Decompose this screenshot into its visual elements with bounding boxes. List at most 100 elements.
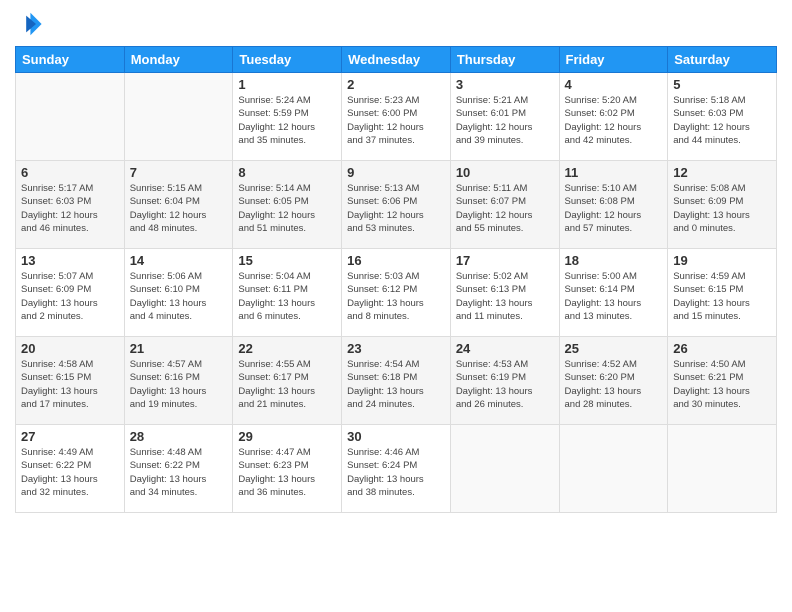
calendar-cell: 9 Sunrise: 5:13 AM Sunset: 6:06 PM Daylig…: [342, 161, 451, 249]
calendar-cell: 26 Sunrise: 4:50 AM Sunset: 6:21 PM Dayli…: [668, 337, 777, 425]
calendar-cell: [16, 73, 125, 161]
calendar-cell: 27 Sunrise: 4:49 AM Sunset: 6:22 PM Dayli…: [16, 425, 125, 513]
calendar-cell: 4 Sunrise: 5:20 AM Sunset: 6:02 PM Daylig…: [559, 73, 668, 161]
weekday-header-monday: Monday: [124, 47, 233, 73]
calendar-cell: [124, 73, 233, 161]
calendar-cell: [559, 425, 668, 513]
cell-info: Sunrise: 4:52 AM Sunset: 6:20 PM Dayligh…: [565, 358, 663, 411]
calendar-cell: 15 Sunrise: 5:04 AM Sunset: 6:11 PM Dayli…: [233, 249, 342, 337]
weekday-header-tuesday: Tuesday: [233, 47, 342, 73]
cell-info: Sunrise: 4:50 AM Sunset: 6:21 PM Dayligh…: [673, 358, 771, 411]
weekday-header-row: SundayMondayTuesdayWednesdayThursdayFrid…: [16, 47, 777, 73]
calendar-cell: 16Sunrise: 5:03 AM Sunset: 6:12 PM Dayli…: [342, 249, 451, 337]
day-number: 23: [347, 341, 445, 356]
calendar-cell: 2 Sunrise: 5:23 AM Sunset: 6:00 PM Daylig…: [342, 73, 451, 161]
cell-info: Sunrise: 5:18 AM Sunset: 6:03 PM Dayligh…: [673, 94, 771, 147]
calendar-cell: 25Sunrise: 4:52 AM Sunset: 6:20 PM Dayli…: [559, 337, 668, 425]
day-number: 13: [21, 253, 119, 268]
day-number: 19: [673, 253, 771, 268]
cell-info: Sunrise: 5:08 AM Sunset: 6:09 PM Dayligh…: [673, 182, 771, 235]
cell-info: Sunrise: 5:10 AM Sunset: 6:08 PM Dayligh…: [565, 182, 663, 235]
day-number: 2: [347, 77, 445, 92]
day-number: 11: [565, 165, 663, 180]
cell-info: Sunrise: 5:11 AM Sunset: 6:07 PM Dayligh…: [456, 182, 554, 235]
logo-icon: [15, 10, 43, 38]
weekday-header-friday: Friday: [559, 47, 668, 73]
calendar-cell: 11 Sunrise: 5:10 AM Sunset: 6:08 PM Dayli…: [559, 161, 668, 249]
cell-info: Sunrise: 5:13 AM Sunset: 6:06 PM Dayligh…: [347, 182, 445, 235]
day-number: 29: [238, 429, 336, 444]
cell-info: Sunrise: 5:17 AM Sunset: 6:03 PM Dayligh…: [21, 182, 119, 235]
cell-info: Sunrise: 4:55 AM Sunset: 6:17 PM Dayligh…: [238, 358, 336, 411]
day-number: 24: [456, 341, 554, 356]
weekday-header-saturday: Saturday: [668, 47, 777, 73]
cell-info: Sunrise: 5:21 AM Sunset: 6:01 PM Dayligh…: [456, 94, 554, 147]
calendar-cell: 29 Sunrise: 4:47 AM Sunset: 6:23 PM Dayli…: [233, 425, 342, 513]
weekday-header-thursday: Thursday: [450, 47, 559, 73]
day-number: 17: [456, 253, 554, 268]
day-number: 9: [347, 165, 445, 180]
cell-info: Sunrise: 4:48 AM Sunset: 6:22 PM Dayligh…: [130, 446, 228, 499]
day-number: 26: [673, 341, 771, 356]
calendar-cell: 19Sunrise: 4:59 AM Sunset: 6:15 PM Dayli…: [668, 249, 777, 337]
cell-info: Sunrise: 5:02 AM Sunset: 6:13 PM Dayligh…: [456, 270, 554, 323]
calendar-cell: 20Sunrise: 4:58 AM Sunset: 6:15 PM Dayli…: [16, 337, 125, 425]
day-number: 8: [238, 165, 336, 180]
calendar-cell: 8 Sunrise: 5:14 AM Sunset: 6:05 PM Daylig…: [233, 161, 342, 249]
cell-info: Sunrise: 4:57 AM Sunset: 6:16 PM Dayligh…: [130, 358, 228, 411]
cell-info: Sunrise: 5:06 AM Sunset: 6:10 PM Dayligh…: [130, 270, 228, 323]
cell-info: Sunrise: 4:46 AM Sunset: 6:24 PM Dayligh…: [347, 446, 445, 499]
calendar-cell: 5 Sunrise: 5:18 AM Sunset: 6:03 PM Daylig…: [668, 73, 777, 161]
header: [15, 10, 777, 38]
calendar-cell: 28Sunrise: 4:48 AM Sunset: 6:22 PM Dayli…: [124, 425, 233, 513]
calendar-cell: 3 Sunrise: 5:21 AM Sunset: 6:01 PM Daylig…: [450, 73, 559, 161]
cell-info: Sunrise: 5:20 AM Sunset: 6:02 PM Dayligh…: [565, 94, 663, 147]
calendar-cell: 7 Sunrise: 5:15 AM Sunset: 6:04 PM Daylig…: [124, 161, 233, 249]
calendar-cell: 14Sunrise: 5:06 AM Sunset: 6:10 PM Dayli…: [124, 249, 233, 337]
day-number: 21: [130, 341, 228, 356]
weekday-header-sunday: Sunday: [16, 47, 125, 73]
day-number: 7: [130, 165, 228, 180]
calendar-cell: 18Sunrise: 5:00 AM Sunset: 6:14 PM Dayli…: [559, 249, 668, 337]
day-number: 22: [238, 341, 336, 356]
day-number: 10: [456, 165, 554, 180]
logo: [15, 10, 47, 38]
cell-info: Sunrise: 5:23 AM Sunset: 6:00 PM Dayligh…: [347, 94, 445, 147]
calendar-table: SundayMondayTuesdayWednesdayThursdayFrid…: [15, 46, 777, 513]
day-number: 30: [347, 429, 445, 444]
calendar-cell: 6Sunrise: 5:17 AM Sunset: 6:03 PM Daylig…: [16, 161, 125, 249]
cell-info: Sunrise: 5:14 AM Sunset: 6:05 PM Dayligh…: [238, 182, 336, 235]
cell-info: Sunrise: 5:15 AM Sunset: 6:04 PM Dayligh…: [130, 182, 228, 235]
cell-info: Sunrise: 4:53 AM Sunset: 6:19 PM Dayligh…: [456, 358, 554, 411]
weekday-header-wednesday: Wednesday: [342, 47, 451, 73]
day-number: 18: [565, 253, 663, 268]
day-number: 4: [565, 77, 663, 92]
calendar-week-4: 20Sunrise: 4:58 AM Sunset: 6:15 PM Dayli…: [16, 337, 777, 425]
calendar-week-1: 1 Sunrise: 5:24 AM Sunset: 5:59 PM Daylig…: [16, 73, 777, 161]
calendar-week-3: 13 Sunrise: 5:07 AM Sunset: 6:09 PM Dayli…: [16, 249, 777, 337]
calendar-cell: 30 Sunrise: 4:46 AM Sunset: 6:24 PM Dayli…: [342, 425, 451, 513]
day-number: 12: [673, 165, 771, 180]
calendar-cell: 12 Sunrise: 5:08 AM Sunset: 6:09 PM Dayli…: [668, 161, 777, 249]
calendar-cell: 22 Sunrise: 4:55 AM Sunset: 6:17 PM Dayli…: [233, 337, 342, 425]
day-number: 15: [238, 253, 336, 268]
calendar-cell: [450, 425, 559, 513]
calendar-cell: 1 Sunrise: 5:24 AM Sunset: 5:59 PM Daylig…: [233, 73, 342, 161]
day-number: 3: [456, 77, 554, 92]
day-number: 5: [673, 77, 771, 92]
cell-info: Sunrise: 4:54 AM Sunset: 6:18 PM Dayligh…: [347, 358, 445, 411]
calendar-cell: 24 Sunrise: 4:53 AM Sunset: 6:19 PM Dayli…: [450, 337, 559, 425]
calendar-week-5: 27 Sunrise: 4:49 AM Sunset: 6:22 PM Dayli…: [16, 425, 777, 513]
cell-info: Sunrise: 5:24 AM Sunset: 5:59 PM Dayligh…: [238, 94, 336, 147]
cell-info: Sunrise: 5:04 AM Sunset: 6:11 PM Dayligh…: [238, 270, 336, 323]
day-number: 1: [238, 77, 336, 92]
calendar-cell: 13 Sunrise: 5:07 AM Sunset: 6:09 PM Dayli…: [16, 249, 125, 337]
day-number: 27: [21, 429, 119, 444]
cell-info: Sunrise: 4:49 AM Sunset: 6:22 PM Dayligh…: [21, 446, 119, 499]
calendar-cell: [668, 425, 777, 513]
page: SundayMondayTuesdayWednesdayThursdayFrid…: [0, 0, 792, 612]
cell-info: Sunrise: 4:47 AM Sunset: 6:23 PM Dayligh…: [238, 446, 336, 499]
calendar-cell: 10 Sunrise: 5:11 AM Sunset: 6:07 PM Dayli…: [450, 161, 559, 249]
calendar-cell: 17 Sunrise: 5:02 AM Sunset: 6:13 PM Dayli…: [450, 249, 559, 337]
cell-info: Sunrise: 5:07 AM Sunset: 6:09 PM Dayligh…: [21, 270, 119, 323]
